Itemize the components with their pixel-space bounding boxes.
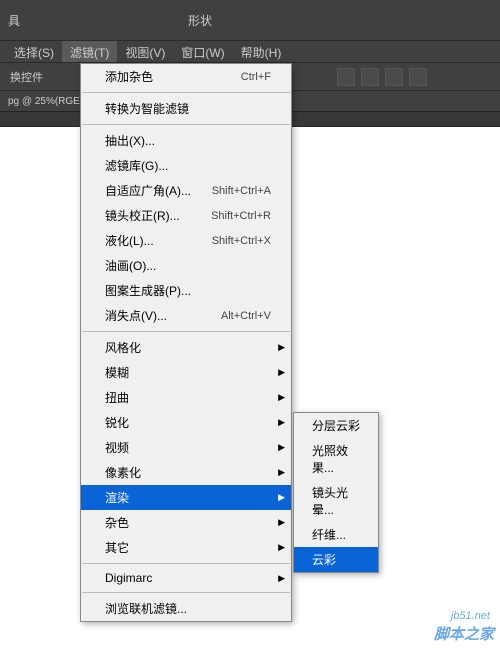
watermark-url: jb51.net (451, 610, 490, 622)
menu-label: 锐化 (105, 414, 129, 431)
menu-item-adaptive-wide[interactable]: 自适应广角(A)... Shift+Ctrl+A (81, 178, 291, 203)
distribute-icon[interactable] (409, 68, 427, 86)
watermark-text: 脚本之家 (434, 623, 494, 644)
menu-item-render[interactable]: 渲染 ▶ (81, 485, 291, 510)
menu-separator (82, 563, 290, 564)
menu-label: 扭曲 (105, 389, 129, 406)
menu-label: 图案生成器(P)... (105, 282, 191, 299)
chevron-right-icon: ▶ (278, 367, 285, 378)
menu-item-noise[interactable]: 杂色 ▶ (81, 510, 291, 535)
submenu-item-difference-clouds[interactable]: 分层云彩 (294, 413, 378, 438)
menu-item-pixelate[interactable]: 像素化 ▶ (81, 460, 291, 485)
menu-label: 像素化 (105, 464, 141, 481)
menu-view[interactable]: 视图(V) (117, 41, 173, 62)
menu-filter[interactable]: 滤镜(T) (62, 41, 117, 62)
menu-window[interactable]: 窗口(W) (173, 41, 232, 62)
menu-item-liquify[interactable]: 液化(L)... Shift+Ctrl+X (81, 228, 291, 253)
submenu-item-fibers[interactable]: 纤维... (294, 522, 378, 547)
menu-shortcut: Shift+Ctrl+X (196, 235, 271, 247)
menu-label: 浏览联机滤镜... (105, 600, 187, 617)
menu-label: 自适应广角(A)... (105, 182, 191, 199)
render-submenu: 分层云彩 光照效果... 镜头光晕... 纤维... 云彩 (293, 412, 379, 573)
menu-shortcut: Shift+Ctrl+A (196, 185, 271, 197)
chevron-right-icon: ▶ (278, 542, 285, 553)
submenu-item-lighting-effects[interactable]: 光照效果... (294, 438, 378, 480)
filter-dropdown: 添加杂色 Ctrl+F 转换为智能滤镜 抽出(X)... 滤镜库(G)... 自… (80, 63, 292, 622)
menu-separator (82, 124, 290, 125)
menu-label: 渲染 (105, 489, 129, 506)
menu-item-stylize[interactable]: 风格化 ▶ (81, 335, 291, 360)
menu-shortcut: Alt+Ctrl+V (205, 310, 271, 322)
menu-item-sharpen[interactable]: 锐化 ▶ (81, 410, 291, 435)
menu-label: 视频 (105, 439, 129, 456)
menu-label: 液化(L)... (105, 232, 154, 249)
menu-shortcut: Ctrl+F (225, 71, 271, 83)
menu-separator (82, 331, 290, 332)
menu-label: 风格化 (105, 339, 141, 356)
doc-tab[interactable]: pg @ 25%(RGE (2, 94, 86, 109)
chevron-right-icon: ▶ (278, 442, 285, 453)
align-icon[interactable] (337, 68, 355, 86)
shape-label: 形状 (188, 12, 212, 29)
menu-label: 其它 (105, 539, 129, 556)
menu-label: 抽出(X)... (105, 132, 155, 149)
chevron-right-icon: ▶ (278, 342, 285, 353)
chevron-right-icon: ▶ (278, 392, 285, 403)
chevron-right-icon: ▶ (278, 492, 285, 503)
menu-label: 杂色 (105, 514, 129, 531)
chevron-right-icon: ▶ (278, 417, 285, 428)
menu-item-smart-filter[interactable]: 转换为智能滤镜 (81, 96, 291, 121)
menu-help[interactable]: 帮助(H) (233, 41, 290, 62)
tools-fragment: 具 (8, 12, 20, 29)
menu-label: Digimarc (105, 571, 152, 585)
menu-item-extract[interactable]: 抽出(X)... (81, 128, 291, 153)
options-bar: 形状 具 (0, 0, 500, 41)
menu-item-filter-gallery[interactable]: 滤镜库(G)... (81, 153, 291, 178)
chevron-right-icon: ▶ (278, 573, 285, 584)
chevron-right-icon: ▶ (278, 517, 285, 528)
menu-separator (82, 92, 290, 93)
menu-item-other[interactable]: 其它 ▶ (81, 535, 291, 560)
distribute-icon[interactable] (385, 68, 403, 86)
menu-item-browse-online[interactable]: 浏览联机滤镜... (81, 596, 291, 621)
menu-item-digimarc[interactable]: Digimarc ▶ (81, 567, 291, 589)
menu-item-pattern-maker[interactable]: 图案生成器(P)... (81, 278, 291, 303)
menu-item-blur[interactable]: 模糊 ▶ (81, 360, 291, 385)
menu-label: 添加杂色 (105, 68, 153, 85)
menu-item-oil-paint[interactable]: 油画(O)... (81, 253, 291, 278)
menu-label: 滤镜库(G)... (105, 157, 168, 174)
controls-label: 换控件 (4, 69, 49, 85)
submenu-item-lens-flare[interactable]: 镜头光晕... (294, 480, 378, 522)
menu-shortcut: Shift+Ctrl+R (195, 210, 271, 222)
menu-item-add-noise[interactable]: 添加杂色 Ctrl+F (81, 64, 291, 89)
menu-label: 模糊 (105, 364, 129, 381)
menu-label: 油画(O)... (105, 257, 156, 274)
menu-label: 镜头校正(R)... (105, 207, 180, 224)
menu-separator (82, 592, 290, 593)
menu-item-distort[interactable]: 扭曲 ▶ (81, 385, 291, 410)
submenu-item-clouds[interactable]: 云彩 (294, 547, 378, 572)
menu-item-vanishing-point[interactable]: 消失点(V)... Alt+Ctrl+V (81, 303, 291, 328)
menu-item-video[interactable]: 视频 ▶ (81, 435, 291, 460)
menu-select[interactable]: 选择(S) (6, 41, 62, 62)
chevron-right-icon: ▶ (278, 467, 285, 478)
menu-item-lens-correction[interactable]: 镜头校正(R)... Shift+Ctrl+R (81, 203, 291, 228)
align-icon[interactable] (361, 68, 379, 86)
main-menubar: 选择(S) 滤镜(T) 视图(V) 窗口(W) 帮助(H) (0, 41, 500, 63)
menu-label: 消失点(V)... (105, 307, 167, 324)
menu-label: 转换为智能滤镜 (105, 100, 189, 117)
